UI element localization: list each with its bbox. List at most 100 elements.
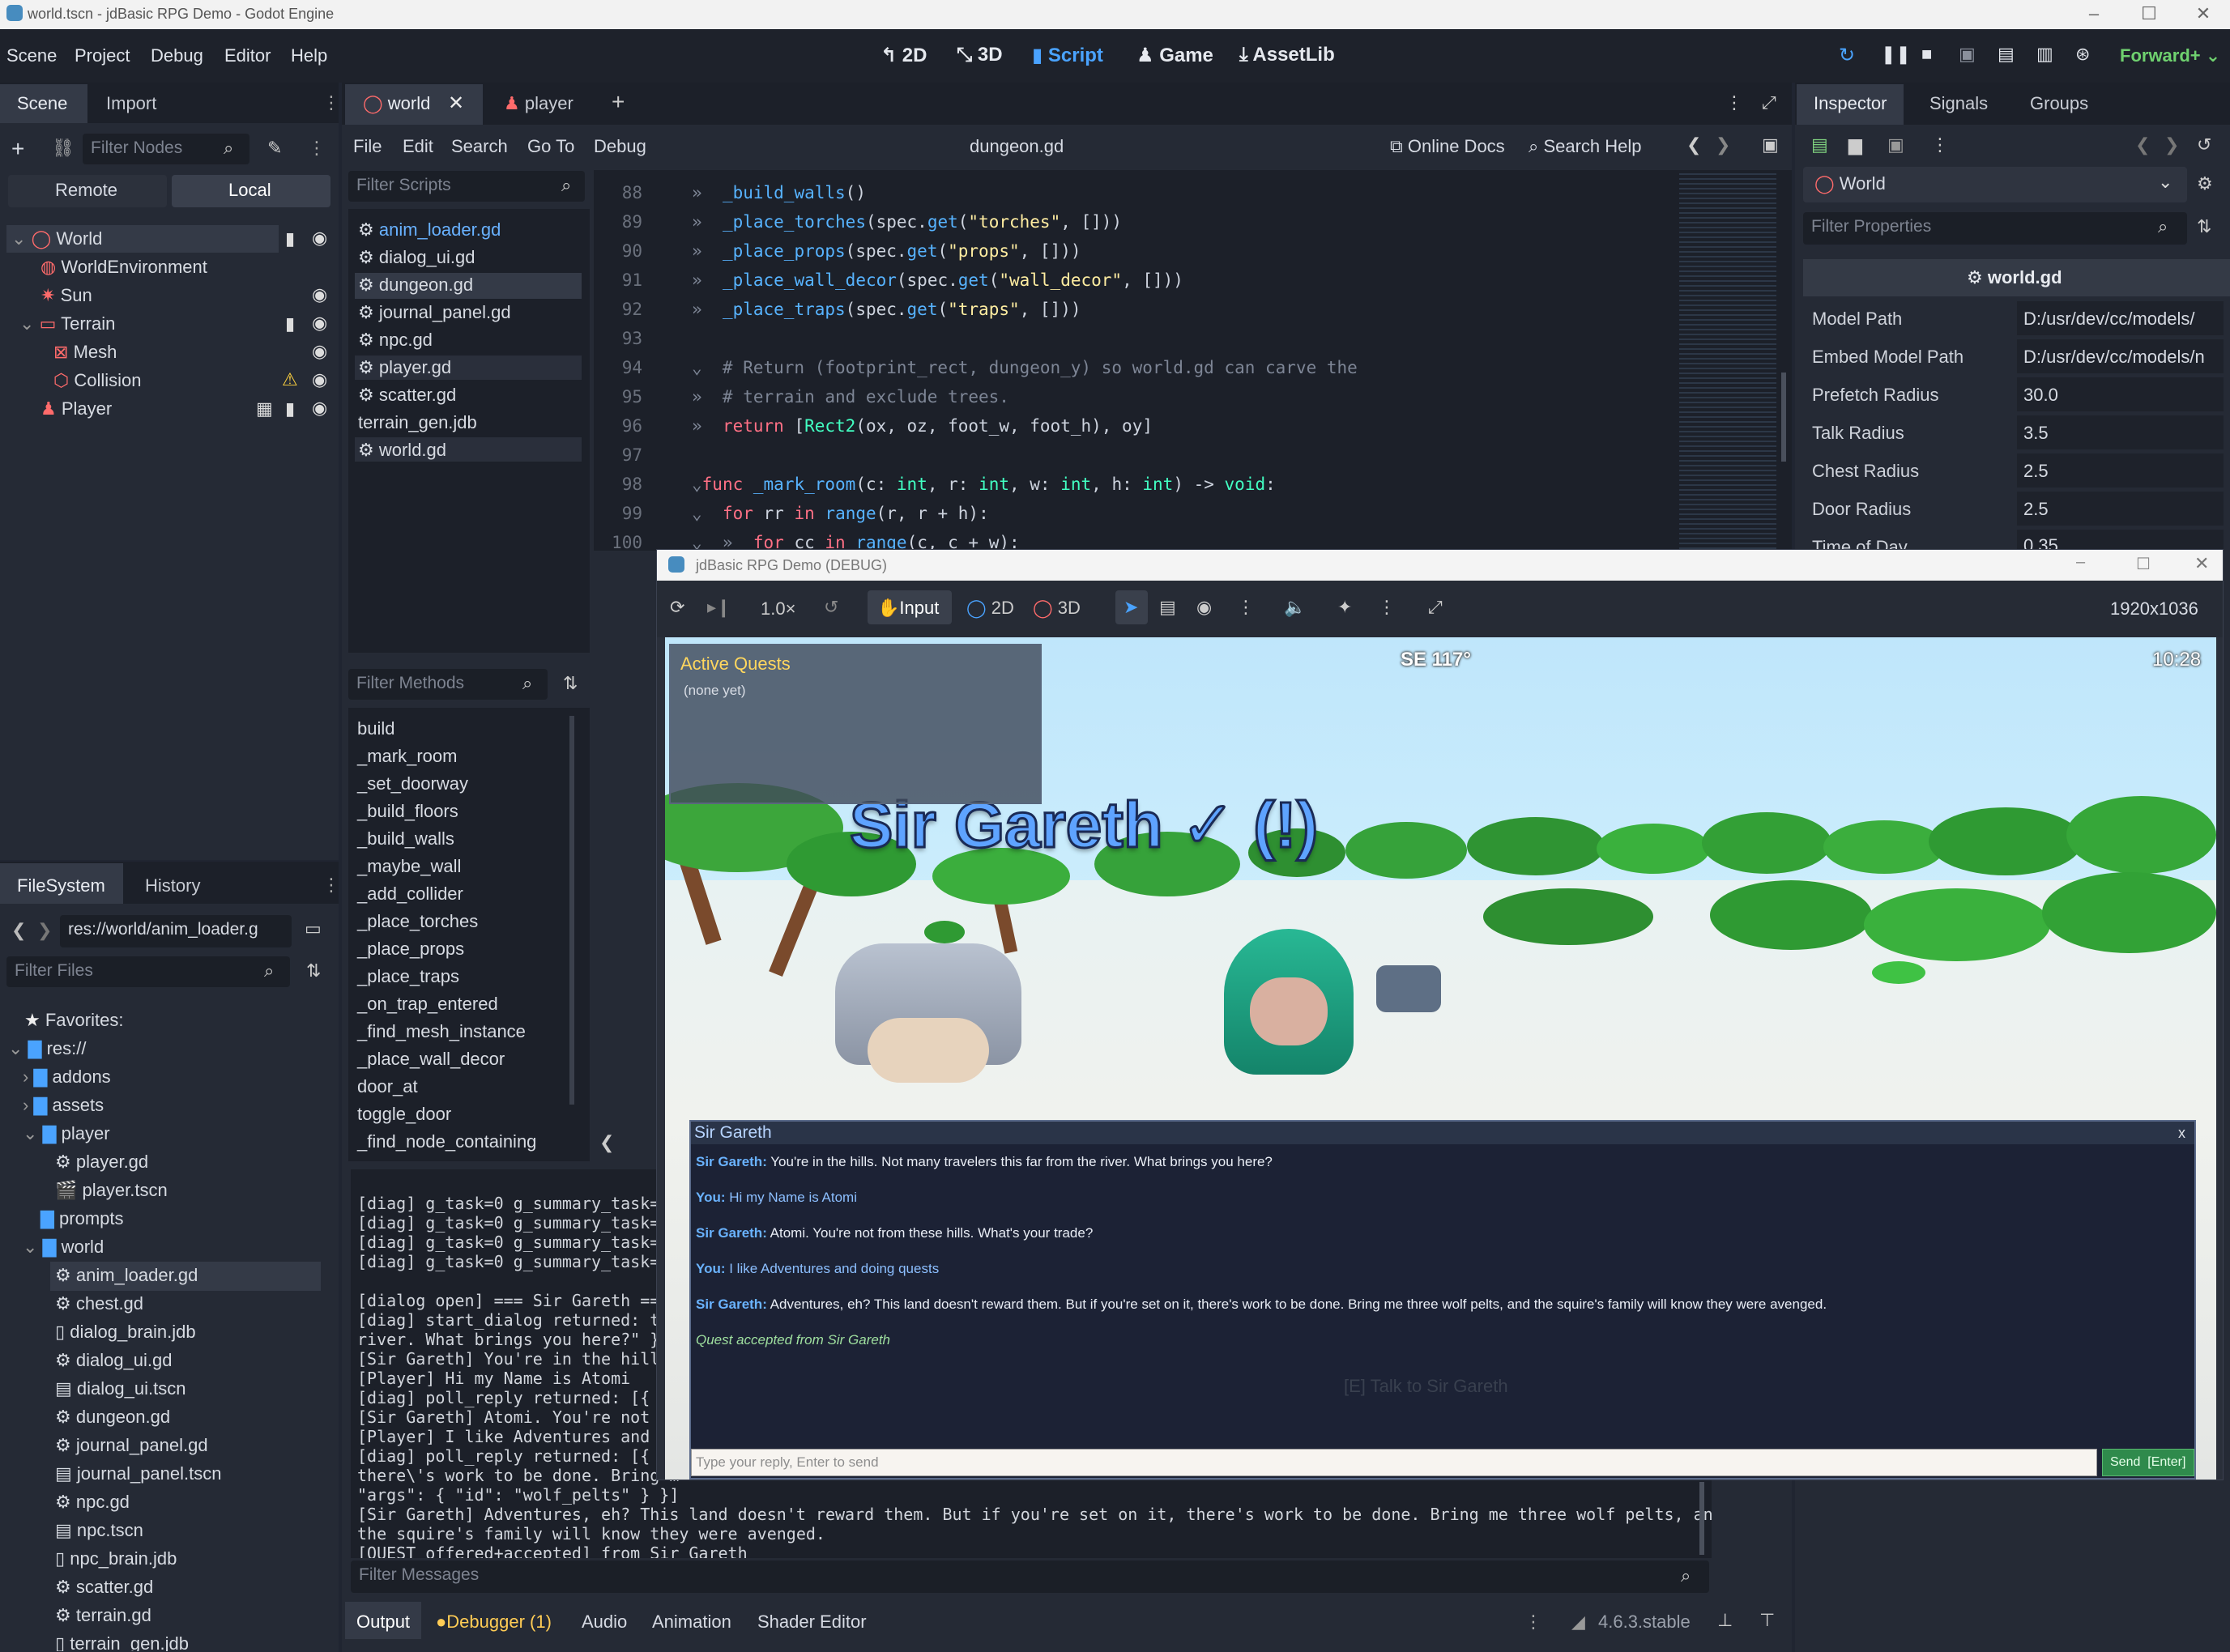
file-item[interactable]: ▯ dialog_brain.jdb [55,1322,196,1343]
list-select-icon[interactable]: ▤ [1159,597,1176,618]
visibility-eye-icon[interactable]: ◉ [312,398,327,419]
method-item[interactable]: build [357,718,394,739]
method-item[interactable]: _find_mesh_instance [357,1021,526,1042]
renderer-select[interactable]: Forward+ ⌄ [2120,45,2220,66]
script-list-item[interactable]: ⚙ world.gd [358,440,446,461]
tab-import[interactable]: Import [106,93,156,114]
visibility-eye-icon[interactable]: ◉ [312,313,327,334]
tree-node-player[interactable]: ♟ Player [41,398,112,419]
method-item[interactable]: _place_traps [357,966,459,987]
code-scrollbar[interactable] [1781,373,1786,462]
script-attach-icon[interactable]: ✎ [267,138,282,159]
property-settings-icon[interactable]: ⇅ [2197,216,2211,237]
workspace-game[interactable]: ♟ Game [1136,44,1213,67]
new-resource-icon[interactable]: ▤ [1811,134,1828,155]
filter-messages-input[interactable]: Filter Messages [351,1560,1709,1593]
property-value[interactable]: 3.5 [2017,415,2224,449]
file-item[interactable]: ⚙ dialog_ui.gd [55,1350,173,1371]
embed-icon[interactable]: ⟳ [670,597,684,618]
folder-player[interactable]: ⌄ ▇ player [23,1123,110,1144]
dialog-close-button[interactable]: x [2178,1125,2185,1142]
script-list-item[interactable]: ⚙ dungeon.gd [358,275,473,296]
maximize-icon[interactable]: ☐ [2136,554,2151,574]
search-help-button[interactable]: ⌕ Search Help [1529,136,1642,157]
code-editor[interactable]: 88 89 90 91 92 93 94 95 96 97 98 99 100 … [594,170,1792,551]
tab-groups[interactable]: Groups [2030,93,2088,114]
method-item[interactable]: _build_floors [357,801,458,822]
file-item[interactable]: 🎬 player.tscn [55,1180,168,1201]
method-item[interactable]: _place_torches [357,911,478,932]
close-icon[interactable]: ✕ [2187,0,2219,29]
reply-input[interactable] [691,1449,2097,1476]
editor-menu-icon[interactable]: ⋮ [1725,92,1743,113]
mode-2d-button[interactable]: ◯ 2D [966,598,1014,619]
script-menu-goto[interactable]: Go To [527,136,574,157]
dock-menu-icon[interactable]: ⋮ [322,92,340,113]
node-info-icon[interactable]: ⚙ [2197,173,2213,194]
file-item[interactable]: ⚙ anim_loader.gd [55,1265,198,1286]
file-item[interactable]: ⚙ dungeon.gd [55,1407,170,1428]
fullscreen-icon[interactable]: ⤢ [1762,92,1776,113]
play-scene-icon[interactable]: ▤ [1998,44,2015,65]
open-folder-icon[interactable]: ▆ [1848,134,1862,155]
close-tab-icon[interactable]: ✕ [448,92,464,115]
bottom-menu-icon[interactable]: ⋮ [1524,1612,1542,1633]
reload-icon[interactable]: ↻ [1839,44,1855,67]
collapse-list-icon[interactable]: ❮ [599,1132,614,1153]
file-item[interactable]: ⚙ journal_panel.gd [55,1435,208,1456]
tab-history[interactable]: History [145,875,200,896]
tree-node-sun[interactable]: ✷ Sun [41,285,92,306]
stop-icon[interactable]: ■ [1921,44,1932,65]
tree-node-collision[interactable]: ⬡ Collision [53,370,142,391]
script-icon[interactable]: ▮ [285,398,295,419]
workspace-script[interactable]: ▮ Script [1032,44,1103,67]
mode-3d-button[interactable]: ◯ 3D [1033,598,1081,619]
file-item[interactable]: ▤ journal_panel.tscn [55,1463,222,1484]
pin-icon[interactable]: ⊥ [1717,1610,1733,1631]
fullscreen-icon[interactable]: ⤢ [1428,597,1443,618]
script-icon[interactable]: ▮ [285,228,295,249]
debug-draw-icon[interactable]: ✦ [1337,597,1352,618]
method-item[interactable]: _place_props [357,939,464,960]
code-minimap[interactable] [1679,170,1776,551]
property-value[interactable]: D:/usr/dev/cc/models/n [2017,339,2224,373]
method-item[interactable]: _set_doorway [357,773,468,794]
file-item[interactable]: ⚙ terrain.gd [55,1605,151,1626]
tab-shader-editor[interactable]: Shader Editor [757,1612,867,1633]
minimize-icon[interactable]: – [2078,0,2110,29]
remote-debug-icon[interactable]: ▣ [1959,44,1976,65]
file-item[interactable]: ⚙ chest.gd [55,1293,143,1314]
method-item[interactable]: _find_node_containing [357,1131,536,1152]
visibility-eye-icon[interactable]: ◉ [312,284,327,305]
script-list-item[interactable]: ⚙ player.gd [358,357,451,378]
file-item[interactable]: ▤ dialog_ui.tscn [55,1378,185,1399]
file-item[interactable]: ▯ terrain_gen.jdb [55,1633,189,1651]
workspace-3d[interactable]: ⤡ 3D [957,44,1003,66]
script-list-item[interactable]: ⚙ scatter.gd [358,385,456,406]
menu-editor[interactable]: Editor [224,45,271,66]
reset-zoom-icon[interactable]: ↺ [824,597,838,618]
property-value[interactable]: 0.35 [2017,530,2224,549]
script-menu-search[interactable]: Search [451,136,508,157]
filter-files-input[interactable]: Filter Files [6,956,290,987]
visibility-eye-icon[interactable]: ◉ [312,341,327,362]
visibility-eye-icon[interactable]: ◉ [312,369,327,390]
property-value[interactable]: 30.0 [2017,377,2224,411]
movie-maker-icon[interactable]: ⊛ [2075,44,2090,65]
audio-icon[interactable]: 🔈 [1284,597,1306,618]
camera-icon[interactable]: ◉ [1196,597,1212,618]
save-icon[interactable]: ▣ [1887,134,1904,155]
float-window-icon[interactable]: ▣ [1762,134,1779,155]
file-item[interactable]: ⚙ scatter.gd [55,1577,153,1598]
filter-properties-input[interactable]: Filter Properties [1803,212,2187,245]
history-forward-icon[interactable]: ❯ [1716,134,1730,155]
add-node-icon[interactable]: + [11,136,24,162]
tab-signals[interactable]: Signals [1929,93,1988,114]
script-list-item[interactable]: ⚙ journal_panel.gd [358,302,511,323]
console-scrollbar[interactable] [1699,1482,1704,1555]
link-icon[interactable]: ⛓ [52,138,75,159]
add-tab-icon[interactable]: + [612,89,625,115]
method-item[interactable]: _place_wall_decor [357,1049,505,1070]
method-item[interactable]: _on_trap_entered [357,994,498,1015]
back-icon[interactable]: ❮ [11,920,26,941]
